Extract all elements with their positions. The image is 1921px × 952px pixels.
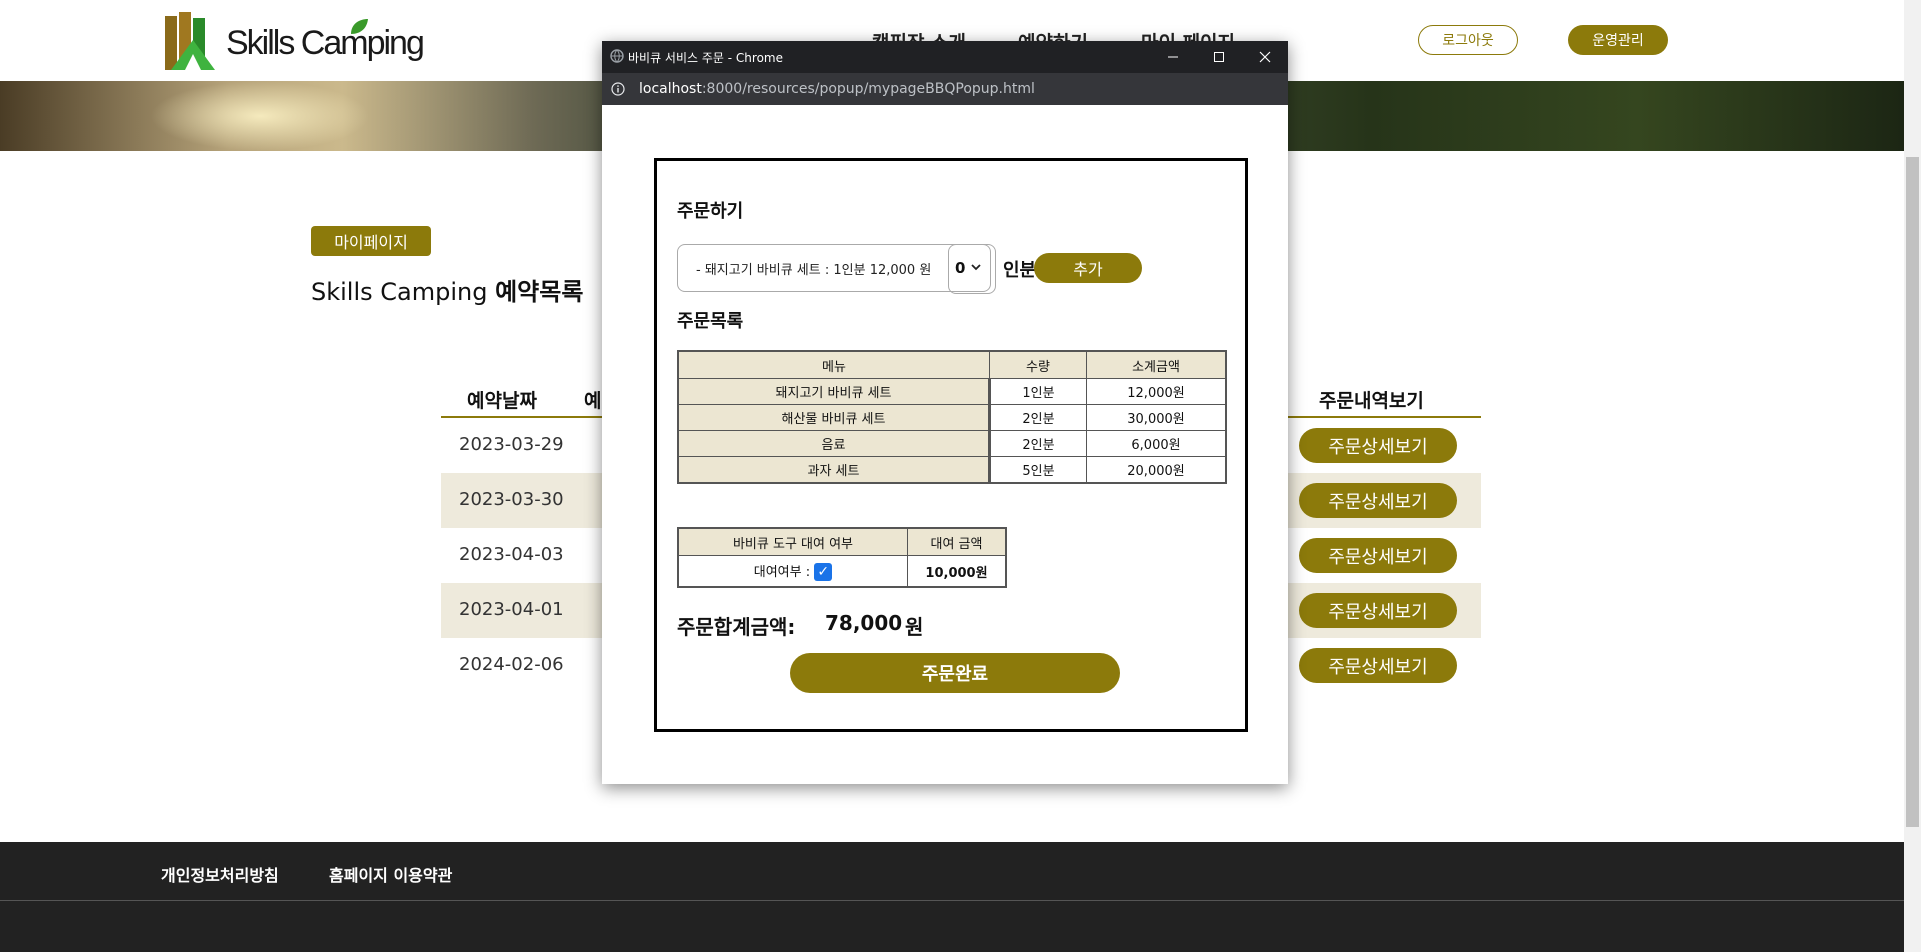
order-menu: 과자 세트	[677, 456, 991, 484]
order-menu: 음료	[677, 430, 991, 457]
reservation-date: 2024-02-06	[459, 654, 564, 675]
order-detail-button[interactable]: 주문상세보기	[1299, 538, 1457, 573]
header-rental: 바비큐 도구 대여 여부	[677, 527, 908, 556]
order-menu: 해산물 바비큐 세트	[677, 404, 991, 431]
popup-urlbar[interactable]: localhost:8000/resources/popup/mypageBBQ…	[602, 73, 1288, 105]
bbq-order-popup: 바비큐 서비스 주문 - Chrome localhost:8000/resou…	[602, 41, 1288, 784]
total-amount: 78,000	[825, 611, 903, 635]
logo-text: Skills Camping	[226, 24, 425, 62]
total-label: 주문합계금액:	[677, 615, 796, 639]
rental-amount: 10,000원	[907, 555, 1007, 588]
order-detail-button[interactable]: 주문상세보기	[1299, 428, 1457, 463]
footer-terms-link[interactable]: 홈페이지 이용약관	[329, 862, 452, 886]
rental-table: 바비큐 도구 대여 여부 대여 금액 대여여부 : ✓ 10,000원	[677, 527, 1007, 588]
menu-select[interactable]: - 돼지고기 바비큐 세트 : 1인분 12,000 원	[677, 244, 991, 292]
admin-button[interactable]: 운영관리	[1568, 25, 1668, 55]
order-qty: 1인분	[989, 378, 1087, 405]
order-subtotal: 30,000원	[1086, 404, 1227, 431]
minimize-button[interactable]	[1150, 41, 1196, 73]
order-section-title: 주문하기	[677, 201, 744, 222]
popup-titlebar[interactable]: 바비큐 서비스 주문 - Chrome	[602, 41, 1288, 73]
order-subtotal: 12,000원	[1086, 378, 1227, 405]
mypage-badge: 마이페이지	[311, 226, 431, 256]
table-row: 음료 2인분 6,000원	[677, 430, 1227, 457]
page-title-plain: Skills Camping	[311, 278, 496, 306]
menu-select-value: - 돼지고기 바비큐 세트 : 1인분 12,000 원	[696, 262, 932, 278]
header-subtotal: 소계금액	[1086, 350, 1227, 379]
order-detail-button[interactable]: 주문상세보기	[1299, 593, 1457, 628]
info-icon[interactable]	[611, 82, 625, 96]
url-host: localhost	[639, 81, 702, 97]
order-qty: 5인분	[989, 456, 1087, 484]
footer-privacy-link[interactable]: 개인정보처리방침	[161, 862, 279, 886]
close-button[interactable]	[1242, 41, 1288, 73]
order-detail-button[interactable]: 주문상세보기	[1299, 483, 1457, 518]
quantity-input[interactable]: 0	[948, 244, 996, 294]
page-title: Skills Camping 예약목록	[311, 272, 583, 307]
maximize-button[interactable]	[1196, 41, 1242, 73]
order-list-title: 주문목록	[677, 311, 744, 332]
rental-table-header: 바비큐 도구 대여 여부 대여 금액	[677, 527, 1007, 556]
header-col2: 예	[584, 390, 602, 412]
close-icon	[1259, 51, 1271, 63]
header-qty: 수량	[989, 350, 1087, 379]
logout-button[interactable]: 로그아웃	[1418, 25, 1518, 55]
total-unit: 원	[905, 615, 924, 639]
reservation-date: 2023-03-29	[459, 434, 564, 455]
reservation-date: 2023-03-30	[459, 489, 564, 510]
table-row: 대여여부 : ✓ 10,000원	[677, 555, 1007, 588]
order-complete-button[interactable]: 주문완료	[790, 653, 1120, 693]
url-path: :8000/resources/popup/mypageBBQPopup.htm…	[701, 81, 1035, 97]
order-subtotal: 6,000원	[1086, 430, 1227, 457]
page-title-bold: 예약목록	[495, 278, 584, 306]
reservation-date: 2023-04-01	[459, 599, 564, 620]
minimize-icon	[1168, 56, 1178, 58]
rental-cell: 대여여부 : ✓	[677, 555, 908, 588]
header-orders: 주문내역보기	[1319, 390, 1424, 412]
table-row: 돼지고기 바비큐 세트 1인분 12,000원	[677, 378, 1227, 405]
order-menu: 돼지고기 바비큐 세트	[677, 378, 991, 405]
add-button[interactable]: 추가	[1034, 253, 1142, 283]
globe-icon	[610, 49, 624, 63]
order-detail-button[interactable]: 주문상세보기	[1299, 648, 1457, 683]
footer-divider	[0, 900, 1904, 901]
quantity-unit: 인분	[1003, 260, 1037, 281]
header-rental-amount: 대여 금액	[907, 527, 1007, 556]
order-table-header: 메뉴 수량 소계금액	[677, 350, 1227, 379]
order-qty: 2인분	[989, 430, 1087, 457]
rental-label: 대여여부 :	[753, 564, 811, 580]
order-list-table: 메뉴 수량 소계금액 돼지고기 바비큐 세트 1인분 12,000원 해산물 바…	[677, 350, 1227, 484]
order-box: 주문하기 - 돼지고기 바비큐 세트 : 1인분 12,000 원 0 인분 추…	[654, 158, 1248, 732]
table-row: 과자 세트 5인분 20,000원	[677, 456, 1227, 484]
header-menu: 메뉴	[677, 350, 990, 379]
maximize-icon	[1214, 52, 1224, 62]
order-qty: 2인분	[989, 404, 1087, 431]
scrollbar-thumb[interactable]	[1906, 157, 1919, 827]
site-logo[interactable]: Skills Camping	[163, 10, 425, 76]
site-footer: 개인정보처리방침 홈페이지 이용약관	[0, 842, 1904, 952]
header-date: 예약날짜	[467, 390, 537, 412]
camping-logo-icon	[165, 12, 215, 70]
table-row: 해산물 바비큐 세트 2인분 30,000원	[677, 404, 1227, 431]
rental-checkbox[interactable]: ✓	[814, 563, 833, 582]
order-subtotal: 20,000원	[1086, 456, 1227, 484]
reservation-date: 2023-04-03	[459, 544, 564, 565]
popup-url: localhost:8000/resources/popup/mypageBBQ…	[639, 81, 1035, 97]
popup-window-title: 바비큐 서비스 주문 - Chrome	[628, 51, 783, 65]
leaf-icon	[351, 19, 368, 34]
